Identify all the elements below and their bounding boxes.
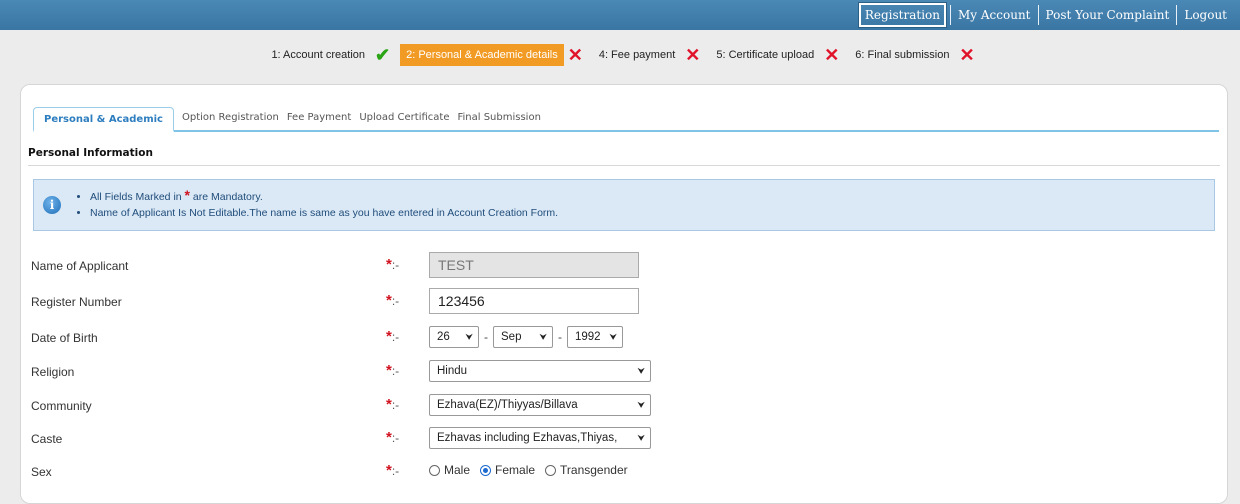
nav-my-account[interactable]: My Account [950,5,1038,25]
radio-icon[interactable] [545,464,557,476]
register-number-label: Register Number [31,295,122,309]
name-label: Name of Applicant [31,259,129,273]
date-separator: - [558,330,562,344]
religion-select[interactable]: Hindu ⮟ [429,360,651,382]
cross-icon: ✕ [567,45,583,65]
row-religion: Religion *:- Hindu ⮟ [31,357,1221,387]
cross-icon: ✕ [685,45,701,65]
step-label: 4: Fee payment [598,49,676,61]
tab-bar: Personal & Academic Option Registration … [33,105,1219,132]
required-marker: *:- [386,462,400,479]
chevron-down-icon: ⮟ [609,332,617,342]
row-sex: Sex *:- Male Female Transgender [31,457,1221,487]
dob-month-select[interactable]: Sep ⮟ [493,326,553,348]
info-box: i All Fields Marked in * are Mandatory. … [33,179,1215,231]
main-panel: Personal & Academic Option Registration … [20,84,1228,504]
step-label: 6: Final submission [855,49,950,61]
register-number-field[interactable] [429,288,639,314]
radio-icon[interactable] [429,464,440,476]
step-label: 1: Account creation [271,49,365,61]
community-select[interactable]: Ezhava(EZ)/Thiyyas/Billava ⮟ [429,394,651,416]
nav-post-complaint[interactable]: Post Your Complaint [1037,5,1177,25]
date-separator: - [484,330,488,344]
nav-registration[interactable]: Registration [857,2,948,28]
tab-option-registration[interactable]: Option Registration [178,112,283,130]
dob-year-select[interactable]: 1992 ⮟ [567,326,623,348]
community-label: Community [31,399,92,413]
required-marker: *:- [386,292,400,309]
tab-personal-academic[interactable]: Personal & Academic [33,107,174,132]
top-bar: Registration My Account Post Your Compla… [0,0,1240,30]
info-mandatory-note: All Fields Marked in * are Mandatory. [90,187,558,205]
required-marker: *:- [386,328,400,345]
step-certificate-upload: 5: Certificate upload ✕ [710,44,839,66]
tab-fee-payment[interactable]: Fee Payment [283,112,355,130]
row-register-number: Register Number *:- [31,287,1221,317]
chevron-down-icon: ⮟ [465,332,473,342]
row-name: Name of Applicant *:- [31,251,1221,281]
sex-label: Sex [31,465,52,479]
dob-label: Date of Birth [31,331,98,345]
step-label: 2: Personal & Academic details [400,44,564,66]
check-icon: ✔ [375,45,391,65]
required-marker: *:- [386,396,400,413]
caste-select[interactable]: Ezhavas including Ezhavas,Thiyas, ⮟ [429,427,651,449]
cross-icon: ✕ [959,45,975,65]
name-field [429,252,639,278]
info-icon: i [43,196,61,214]
sex-option-transgender[interactable]: Transgender [545,463,628,477]
step-label: 5: Certificate upload [716,49,815,61]
progress-steps: 1: Account creation ✔ 2: Personal & Acad… [0,44,1240,66]
caste-label: Caste [31,432,63,446]
radio-selected-icon[interactable] [480,464,492,476]
row-caste: Caste *:- Ezhavas including Ezhavas,Thiy… [31,424,1221,454]
chevron-down-icon: ⮟ [539,332,547,342]
tab-upload-certificate[interactable]: Upload Certificate [355,112,453,130]
section-title: Personal Information [28,147,1220,166]
sex-option-male[interactable]: Male [429,463,470,477]
step-personal-academic: 2: Personal & Academic details ✕ [400,44,583,66]
chevron-down-icon: ⮟ [637,400,645,410]
chevron-down-icon: ⮟ [634,428,645,448]
required-marker: *:- [386,429,400,446]
required-marker: *:- [386,362,400,379]
tab-final-submission[interactable]: Final Submission [453,112,544,130]
top-nav: Registration My Account Post Your Compla… [857,2,1234,28]
nav-logout[interactable]: Logout [1176,5,1234,25]
step-account-creation: 1: Account creation ✔ [265,44,390,66]
required-marker: *:- [386,256,400,273]
cross-icon: ✕ [824,45,840,65]
dob-day-select[interactable]: 26 ⮟ [429,326,479,348]
religion-label: Religion [31,365,75,379]
chevron-down-icon: ⮟ [637,366,645,376]
asterisk-icon: * [184,187,190,203]
info-name-note: Name of Applicant Is Not Editable.The na… [90,205,558,221]
sex-option-female[interactable]: Female [480,463,535,477]
step-final-submission: 6: Final submission ✕ [849,44,974,66]
row-dob: Date of Birth *:- 26 ⮟ - Sep ⮟ -1992 ⮟ [31,323,1221,353]
row-community: Community *:- Ezhava(EZ)/Thiyyas/Billava… [31,391,1221,421]
step-fee-payment: 4: Fee payment ✕ [593,44,701,66]
